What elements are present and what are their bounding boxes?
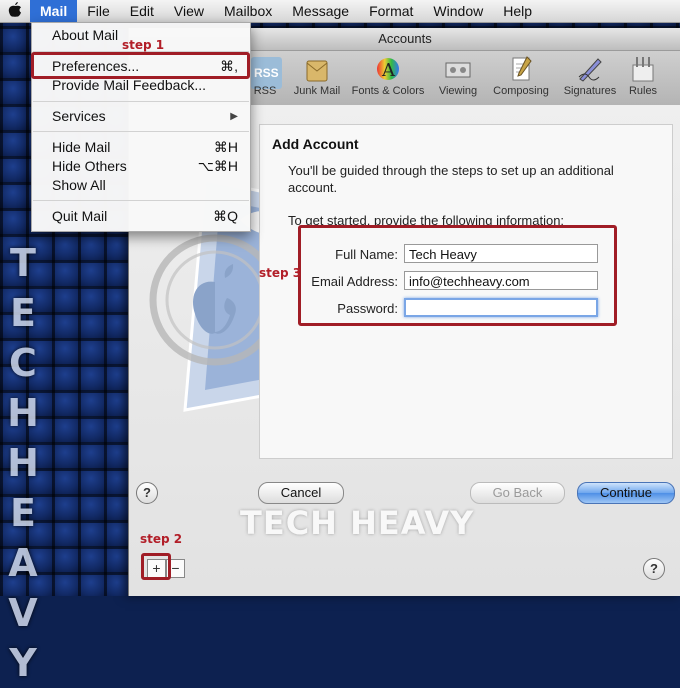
- submenu-arrow-icon: ▶: [230, 111, 238, 122]
- vertical-watermark: TECHHEAVY: [2, 238, 44, 688]
- watermark-letter: Y: [9, 641, 37, 685]
- menu-item-show-all[interactable]: Show All: [32, 176, 250, 195]
- menu-bar: Mail File Edit View Mailbox Message Form…: [0, 0, 680, 23]
- menu-mail[interactable]: Mail: [30, 0, 78, 22]
- toolbar-signatures[interactable]: Signatures: [559, 55, 621, 97]
- menu-separator: [33, 131, 249, 132]
- continue-button[interactable]: Continue: [577, 482, 675, 504]
- step3-highlight-box: [298, 225, 617, 326]
- menu-item-label: Hide Mail: [52, 139, 111, 155]
- cancel-button[interactable]: Cancel: [258, 482, 344, 504]
- rules-icon: [625, 55, 661, 85]
- accounts-help-button[interactable]: ?: [643, 558, 665, 580]
- menu-item-shortcut: ⌘H: [213, 139, 238, 155]
- menu-item-shortcut: ⌘Q: [213, 208, 238, 224]
- add-account-title: Add Account: [272, 136, 359, 152]
- toolbar-label-fonts-colors: Fonts & Colors: [351, 85, 425, 97]
- add-account-description: You'll be guided through the steps to se…: [288, 163, 614, 195]
- toolbar-label-signatures: Signatures: [563, 85, 617, 97]
- toolbar-label-rss: RSS: [253, 85, 277, 97]
- watermark-letter: T: [10, 241, 36, 285]
- menu-message[interactable]: Message: [282, 0, 359, 22]
- menu-item-label: Services: [52, 108, 106, 124]
- menu-mailbox[interactable]: Mailbox: [214, 0, 282, 22]
- step3-label: step 3: [259, 266, 302, 280]
- menu-item-label: Quit Mail: [52, 208, 108, 224]
- composing-icon: [489, 55, 553, 85]
- watermark-letter: H: [7, 391, 39, 435]
- toolbar-label-composing: Composing: [493, 85, 549, 97]
- toolbar-label-viewing: Viewing: [438, 85, 478, 97]
- menu-item-label: About Mail: [52, 27, 119, 43]
- toolbar-junk-mail[interactable]: Junk Mail: [289, 55, 345, 97]
- svg-text:A: A: [381, 60, 396, 81]
- watermark-letter: C: [9, 341, 37, 385]
- step1-label: step 1: [122, 38, 165, 52]
- menu-item-label: Hide Others: [52, 158, 127, 174]
- toolbar-rss[interactable]: RSS RSS: [251, 55, 282, 97]
- menu-separator: [33, 200, 249, 201]
- menu-item-services[interactable]: Services ▶: [32, 107, 250, 126]
- toolbar-label-rules: Rules: [628, 85, 658, 97]
- step1-highlight-box: [31, 52, 250, 79]
- menu-separator: [33, 101, 249, 102]
- menu-window[interactable]: Window: [423, 0, 493, 22]
- bottom-watermark: TECH HEAVY: [240, 504, 475, 542]
- menu-item-hide-mail[interactable]: Hide Mail ⌘H: [32, 138, 250, 157]
- rss-icon: RSS: [251, 55, 282, 89]
- menu-format[interactable]: Format: [359, 0, 423, 22]
- toolbar-viewing[interactable]: Viewing: [435, 55, 481, 97]
- signatures-icon: [559, 55, 621, 85]
- menu-file[interactable]: File: [77, 0, 120, 22]
- toolbar-label-junk-mail: Junk Mail: [293, 85, 341, 97]
- menu-view[interactable]: View: [164, 0, 214, 22]
- fonts-colors-icon: A: [347, 55, 429, 85]
- watermark-letter: E: [10, 491, 36, 535]
- watermark-letter: H: [7, 441, 39, 485]
- toolbar-rules[interactable]: Rules: [625, 55, 661, 97]
- menu-item-label: Show All: [52, 177, 106, 193]
- watermark-letter: E: [10, 291, 36, 335]
- junk-mail-icon: [289, 55, 345, 85]
- viewing-icon: [435, 55, 481, 85]
- go-back-button[interactable]: Go Back: [470, 482, 565, 504]
- menu-item-hide-others[interactable]: Hide Others ⌥⌘H: [32, 157, 250, 176]
- toolbar-fonts-colors[interactable]: A Fonts & Colors: [347, 55, 429, 97]
- step2-highlight-box: [141, 553, 171, 580]
- menu-item-shortcut: ⌥⌘H: [197, 158, 238, 174]
- menu-item-quit-mail[interactable]: Quit Mail ⌘Q: [32, 207, 250, 226]
- menu-help[interactable]: Help: [493, 0, 542, 22]
- menu-edit[interactable]: Edit: [120, 0, 164, 22]
- sheet-help-button[interactable]: ?: [136, 482, 158, 504]
- step2-label: step 2: [140, 532, 183, 546]
- watermark-letter: A: [8, 541, 38, 585]
- apple-menu-icon[interactable]: [0, 1, 30, 21]
- toolbar-composing[interactable]: Composing: [489, 55, 553, 97]
